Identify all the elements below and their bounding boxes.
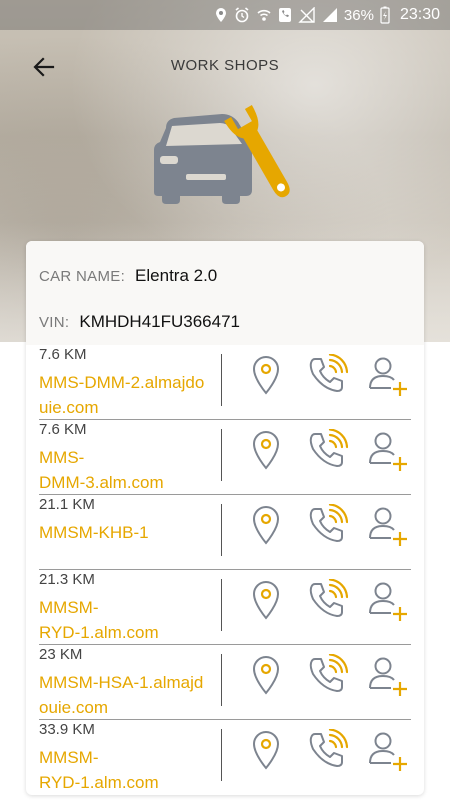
workshops-screen: 36% 23:30 WORK SHOPS CAR NAME: Elentra 2… xyxy=(0,0,450,800)
map-pin-icon xyxy=(252,655,280,695)
signal-icon xyxy=(322,8,337,22)
add-contact-button[interactable] xyxy=(364,651,412,699)
add-user-icon xyxy=(369,732,407,771)
add-contact-button[interactable] xyxy=(364,501,412,549)
directions-button[interactable] xyxy=(242,426,290,474)
call-button[interactable] xyxy=(303,726,351,774)
map-pin-icon xyxy=(252,580,280,620)
workshop-distance: 33.9 KM xyxy=(39,721,95,738)
add-contact-button[interactable] xyxy=(364,426,412,474)
clock: 23:30 xyxy=(399,6,440,23)
vin-label: VIN: xyxy=(39,314,70,331)
directions-button[interactable] xyxy=(242,726,290,774)
car-name-row: CAR NAME: Elentra 2.0 xyxy=(39,266,217,286)
workshop-item[interactable]: 7.6 KM MMS- DMM-3.alm.com xyxy=(26,420,424,495)
call-button[interactable] xyxy=(303,576,351,624)
workshop-distance: 7.6 KM xyxy=(39,421,87,438)
call-button[interactable] xyxy=(303,351,351,399)
phone-ringing-icon xyxy=(309,504,348,542)
vin-row: VIN: KMHDH41FU366471 xyxy=(39,312,240,332)
call-button[interactable] xyxy=(303,651,351,699)
phone-ringing-icon xyxy=(309,729,348,767)
wifi-calling-icon xyxy=(257,9,271,21)
car-name-label: CAR NAME: xyxy=(39,268,126,285)
workshop-name[interactable]: MMSM- RYD-1.alm.com xyxy=(39,595,211,645)
vertical-divider xyxy=(221,654,222,706)
workshop-distance: 21.3 KM xyxy=(39,571,95,588)
workshop-distance: 23 KM xyxy=(39,646,83,663)
workshop-name[interactable]: MMSM- RYD-1.alm.com xyxy=(39,745,211,795)
car-wrench-icon xyxy=(154,104,290,204)
add-user-icon xyxy=(369,657,407,696)
map-pin-icon xyxy=(252,505,280,545)
call-button[interactable] xyxy=(303,501,351,549)
workshop-item[interactable]: 7.6 KM MMS-DMM-2.almajdouie.com xyxy=(26,345,424,420)
workshop-item[interactable]: 21.3 KM MMSM- RYD-1.alm.com xyxy=(26,570,424,645)
map-pin-icon xyxy=(252,430,280,470)
workshop-item[interactable]: 33.9 KM MMSM- RYD-1.alm.com xyxy=(26,720,424,795)
workshop-name[interactable]: MMS-DMM-2.almajdouie.com xyxy=(39,370,211,420)
workshop-distance: 7.6 KM xyxy=(39,346,87,363)
battery-charging-icon xyxy=(380,6,390,24)
status-bar: 36% 23:30 xyxy=(0,0,450,30)
add-contact-button[interactable] xyxy=(364,576,412,624)
vertical-divider xyxy=(221,429,222,481)
page-title: WORK SHOPS xyxy=(170,57,280,74)
add-user-icon xyxy=(369,357,407,396)
vertical-divider xyxy=(221,354,222,406)
directions-button[interactable] xyxy=(242,651,290,699)
add-user-icon xyxy=(369,432,407,471)
add-user-icon xyxy=(369,582,407,621)
alarm-icon xyxy=(235,7,249,23)
workshop-card: CAR NAME: Elentra 2.0 VIN: KMHDH41FU366471… xyxy=(26,241,424,795)
vin-value: KMHDH41FU366471 xyxy=(79,312,241,331)
add-user-icon xyxy=(369,507,407,546)
location-icon xyxy=(215,8,226,22)
phone-ringing-icon xyxy=(309,354,348,392)
call-button[interactable] xyxy=(303,426,351,474)
phone-ringing-icon xyxy=(309,654,348,692)
map-pin-icon xyxy=(252,355,280,395)
workshop-distance: 21.1 KM xyxy=(39,496,95,513)
workshop-item[interactable]: 23 KM MMSM-HSA-1.almajdouie.com xyxy=(26,645,424,720)
map-pin-icon xyxy=(252,730,280,770)
car-name-value: Elentra 2.0 xyxy=(135,266,218,285)
car-info: CAR NAME: Elentra 2.0 VIN: KMHDH41FU366471 xyxy=(26,241,424,345)
vertical-divider xyxy=(221,729,222,781)
workshop-name[interactable]: MMSM-HSA-1.almajdouie.com xyxy=(39,670,211,720)
vertical-divider xyxy=(221,504,222,556)
directions-button[interactable] xyxy=(242,576,290,624)
workshop-name[interactable]: MMS- DMM-3.alm.com xyxy=(39,445,211,495)
add-contact-button[interactable] xyxy=(364,351,412,399)
directions-button[interactable] xyxy=(242,501,290,549)
vertical-divider xyxy=(221,579,222,631)
directions-button[interactable] xyxy=(242,351,290,399)
phone-ringing-icon xyxy=(309,429,348,467)
add-contact-button[interactable] xyxy=(364,726,412,774)
phone-ringing-icon xyxy=(309,579,348,617)
no-signal-icon xyxy=(298,7,315,23)
workshop-item[interactable]: 21.1 KM MMSM-KHB-1 xyxy=(26,495,424,570)
battery-percent: 36% xyxy=(343,6,374,24)
app-bar: WORK SHOPS xyxy=(0,40,450,94)
phone-status-icon xyxy=(278,8,291,22)
workshop-name[interactable]: MMSM-KHB-1 xyxy=(39,520,211,545)
